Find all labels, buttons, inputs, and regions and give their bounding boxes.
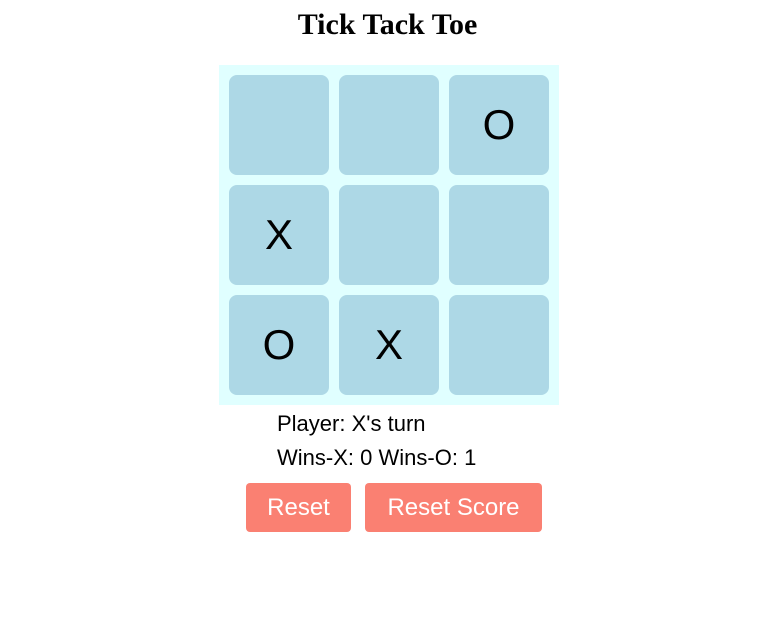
turn-status: Player: X's turn <box>277 411 426 437</box>
game-board: O X O X <box>219 65 559 405</box>
player-label: Player: <box>277 411 346 436</box>
wins-x-value: 0 <box>360 445 373 470</box>
board-cell-7[interactable]: O <box>229 295 329 395</box>
board-cell-6[interactable] <box>449 185 549 285</box>
reset-button[interactable]: Reset <box>246 483 351 532</box>
board-cell-8[interactable]: X <box>339 295 439 395</box>
turn-text: X's turn <box>351 411 426 436</box>
score-status: Wins-X: 0 Wins-O: 1 <box>277 445 476 471</box>
reset-score-button[interactable]: Reset Score <box>365 483 542 532</box>
board-cell-9[interactable] <box>449 295 549 395</box>
board-cell-5[interactable] <box>339 185 439 285</box>
game-title: Tick Tack Toe <box>297 8 478 41</box>
board-cell-3[interactable]: O <box>449 75 549 175</box>
board-cell-4[interactable]: X <box>229 185 329 285</box>
wins-o-label: Wins-O: <box>378 445 458 470</box>
board-cell-1[interactable] <box>229 75 329 175</box>
wins-o-value: 1 <box>464 445 477 470</box>
board-cell-2[interactable] <box>339 75 439 175</box>
wins-x-label: Wins-X: <box>277 445 354 470</box>
